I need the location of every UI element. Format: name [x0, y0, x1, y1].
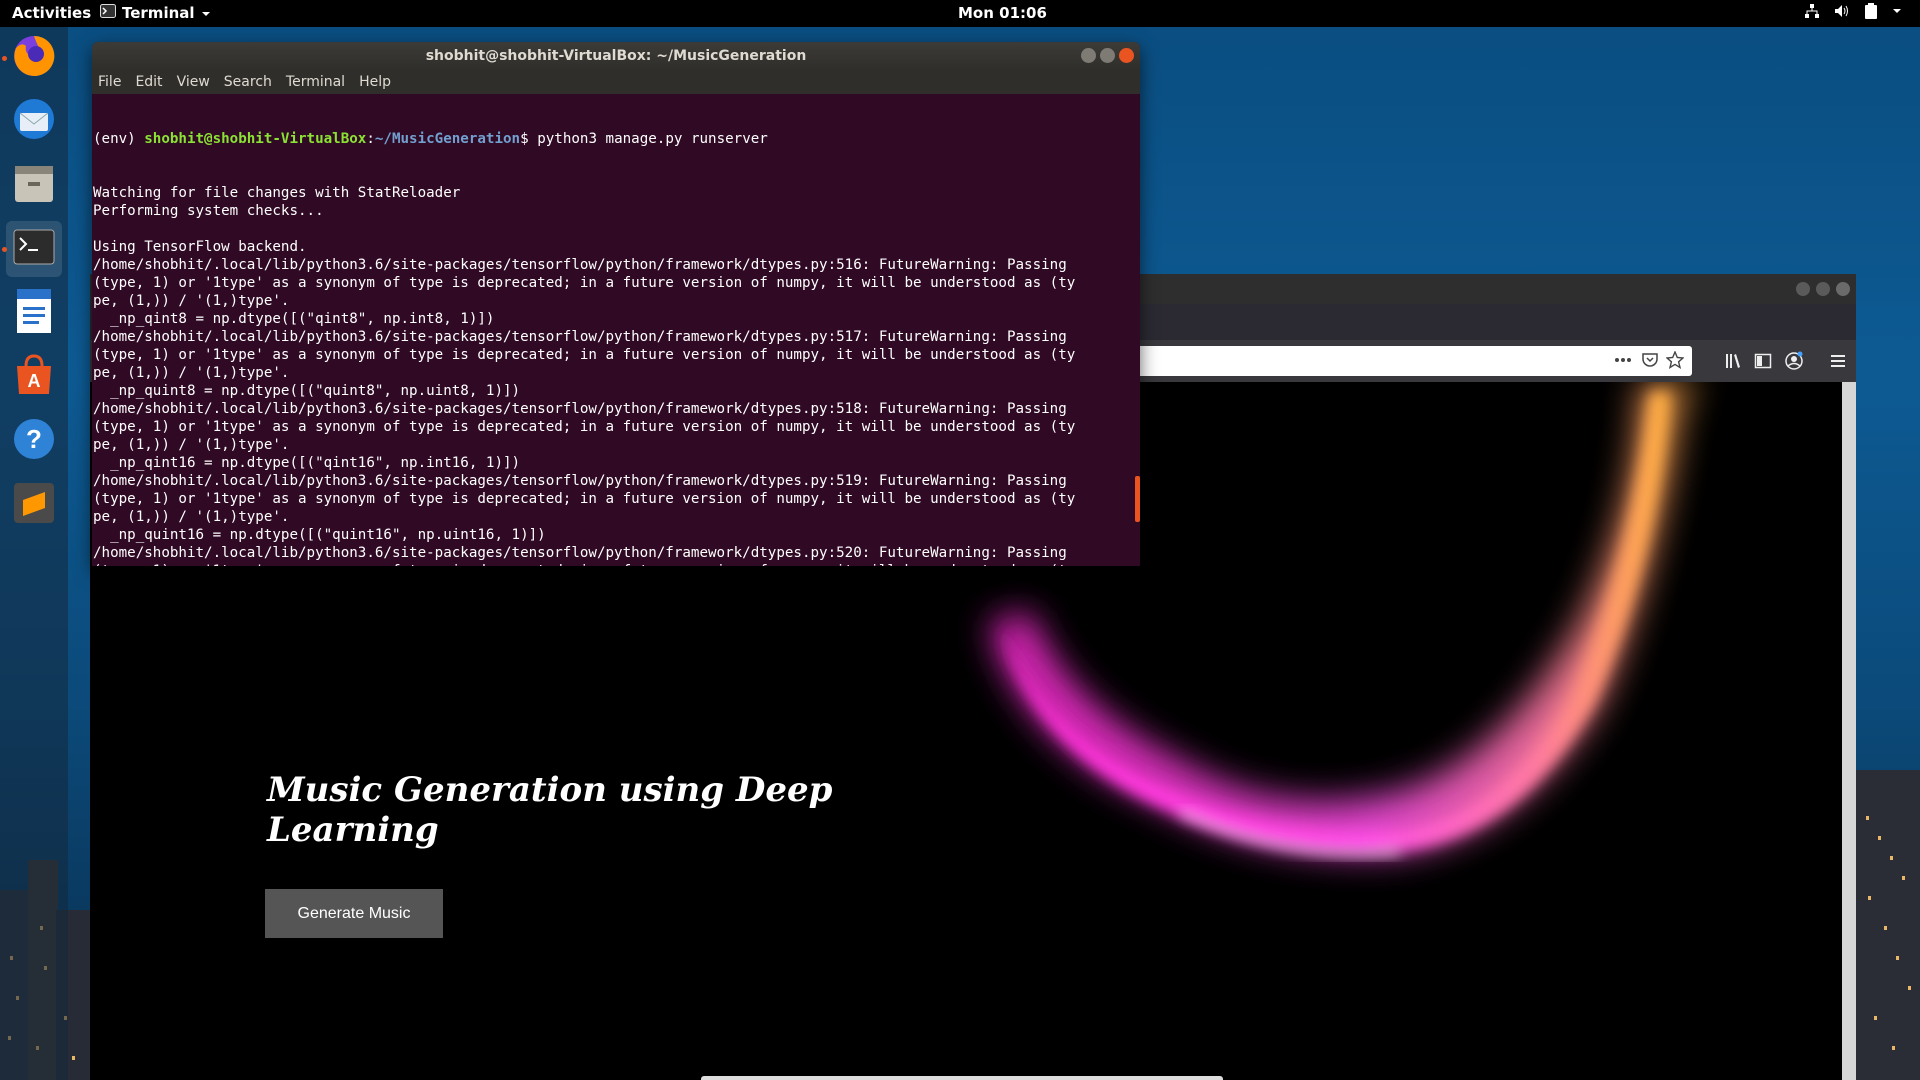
bookmark-star-icon[interactable]	[1665, 350, 1685, 373]
dock-firefox[interactable]	[6, 30, 62, 86]
menu-help[interactable]: Help	[359, 70, 391, 94]
power-menu-chevron-icon[interactable]	[1892, 7, 1902, 15]
terminal-scrollbar-thumb[interactable]	[1135, 476, 1140, 522]
menu-terminal[interactable]: Terminal	[286, 70, 345, 94]
prompt-colon: :	[366, 131, 375, 147]
svg-text:?: ?	[26, 424, 42, 454]
terminal-output-line: (type, 1) or '1type' as a synonym of typ…	[93, 275, 1076, 291]
system-tray[interactable]	[1804, 3, 1902, 19]
terminal-output[interactable]: (env) shobhit@shobhit-VirtualBox:~/Music…	[92, 94, 1133, 566]
thunderbird-icon	[10, 95, 58, 147]
terminal-scrollbar[interactable]	[1134, 94, 1140, 566]
terminal-output-line: (type, 1) or '1type' as a synonym of typ…	[93, 491, 1076, 507]
app-menu-label: Terminal	[122, 4, 195, 22]
dock-thunderbird[interactable]	[6, 93, 62, 149]
menu-search[interactable]: Search	[224, 70, 272, 94]
software-center-icon: A	[11, 352, 57, 402]
terminal-window: shobhit@shobhit-VirtualBox: ~/MusicGener…	[92, 42, 1140, 566]
account-icon[interactable]	[1784, 351, 1804, 375]
dock: A ?	[0, 27, 68, 1080]
terminal-output-line: _np_quint8 = np.dtype([("quint8", np.uin…	[93, 383, 521, 399]
page-actions-icon[interactable]	[1614, 352, 1632, 372]
prompt-user: shobhit@shobhit-VirtualBox	[144, 131, 367, 147]
files-icon	[11, 160, 57, 210]
dock-sublime[interactable]	[6, 477, 62, 533]
app-menu[interactable]: Terminal	[100, 4, 211, 22]
maximize-button[interactable]	[1100, 48, 1115, 63]
terminal-output-line: (type, 1) or '1type' as a synonym of typ…	[93, 419, 1076, 435]
terminal-output-line: /home/shobhit/.local/lib/python3.6/site-…	[93, 329, 1067, 345]
firefox-icon	[10, 32, 58, 84]
browser-scrollbar[interactable]	[1842, 382, 1856, 1080]
prompt-path: ~/MusicGeneration	[374, 131, 521, 147]
terminal-output-line: pe, (1,)) / '(1,)type'.	[93, 365, 290, 381]
menu-file[interactable]: File	[98, 70, 121, 94]
running-indicator	[2, 56, 7, 61]
terminal-window-controls	[1081, 48, 1134, 63]
terminal-output-line: /home/shobhit/.local/lib/python3.6/site-…	[93, 257, 1067, 273]
prompt-dollar: $	[520, 131, 538, 147]
dock-writer[interactable]	[6, 285, 62, 341]
clock[interactable]: Mon 01:06	[958, 4, 1047, 22]
activities-button[interactable]: Activities	[12, 4, 91, 22]
terminal-menubar: File Edit View Search Terminal Help	[92, 70, 1140, 94]
menu-edit[interactable]: Edit	[135, 70, 162, 94]
top-bar: Activities Terminal Mon 01:06	[0, 0, 1920, 27]
page-title: Music Generation using Deep Learning	[267, 770, 833, 850]
dock-software[interactable]: A	[6, 349, 62, 405]
terminal-output-line: (type, 1) or '1type' as a synonym of typ…	[93, 347, 1076, 363]
dock-terminal[interactable]	[6, 221, 62, 277]
close-button[interactable]	[1836, 282, 1850, 296]
terminal-output-line: _np_qint8 = np.dtype([("qint8", np.int8,…	[93, 311, 495, 327]
hamburger-menu-icon[interactable]	[1830, 353, 1846, 373]
minimize-button[interactable]	[1796, 282, 1810, 296]
chevron-down-icon	[201, 4, 211, 22]
terminal-output-line: Performing system checks...	[93, 203, 324, 219]
terminal-output-line: _np_qint16 = np.dtype([("qint16", np.int…	[93, 455, 521, 471]
browser-window-controls	[1796, 282, 1850, 296]
prompt-env: (env)	[93, 131, 145, 147]
terminal-small-icon	[100, 4, 116, 22]
maximize-button[interactable]	[1816, 282, 1830, 296]
terminal-output-line: _np_quint16 = np.dtype([("quint16", np.u…	[93, 527, 546, 543]
generate-music-button[interactable]: Generate Music	[265, 889, 443, 938]
terminal-output-line: Using TensorFlow backend.	[93, 239, 307, 255]
terminal-output-line: (type, 1) or '1type' as a synonym of typ…	[93, 562, 1133, 566]
sublime-text-icon	[11, 480, 57, 530]
terminal-output-line: /home/shobhit/.local/lib/python3.6/site-…	[93, 473, 1067, 489]
city-right	[1856, 760, 1920, 1080]
network-icon[interactable]	[1804, 3, 1820, 19]
terminal-output-line: pe, (1,)) / '(1,)type'.	[93, 437, 290, 453]
terminal-icon	[11, 224, 57, 274]
library-icon[interactable]	[1724, 352, 1742, 374]
prompt-line: (env) shobhit@shobhit-VirtualBox:~/Music…	[93, 130, 1133, 148]
terminal-output-line: /home/shobhit/.local/lib/python3.6/site-…	[93, 401, 1067, 417]
svg-text:A: A	[28, 371, 41, 391]
running-indicator	[2, 247, 7, 252]
prompt-command: python3 manage.py runserver	[537, 131, 768, 147]
sidebar-icon[interactable]	[1754, 352, 1772, 374]
terminal-output-line: pe, (1,)) / '(1,)type'.	[93, 293, 290, 309]
terminal-output-line: /home/shobhit/.local/lib/python3.6/site-…	[93, 545, 1067, 561]
terminal-output-line: pe, (1,)) / '(1,)type'.	[93, 509, 290, 525]
terminal-title: shobhit@shobhit-VirtualBox: ~/MusicGener…	[425, 48, 807, 64]
battery-icon[interactable]	[1864, 3, 1878, 19]
page-bottom-tab	[701, 1076, 1223, 1080]
dock-help[interactable]: ?	[6, 413, 62, 469]
minimize-button[interactable]	[1081, 48, 1096, 63]
close-button[interactable]	[1119, 48, 1134, 63]
menu-view[interactable]: View	[177, 70, 210, 94]
help-icon: ?	[11, 416, 57, 466]
volume-icon[interactable]	[1834, 3, 1850, 19]
libreoffice-writer-icon	[13, 287, 55, 339]
dock-files[interactable]	[6, 157, 62, 213]
terminal-titlebar[interactable]: shobhit@shobhit-VirtualBox: ~/MusicGener…	[92, 42, 1140, 70]
pocket-icon[interactable]	[1642, 352, 1658, 372]
terminal-output-line: Watching for file changes with StatReloa…	[93, 185, 461, 201]
